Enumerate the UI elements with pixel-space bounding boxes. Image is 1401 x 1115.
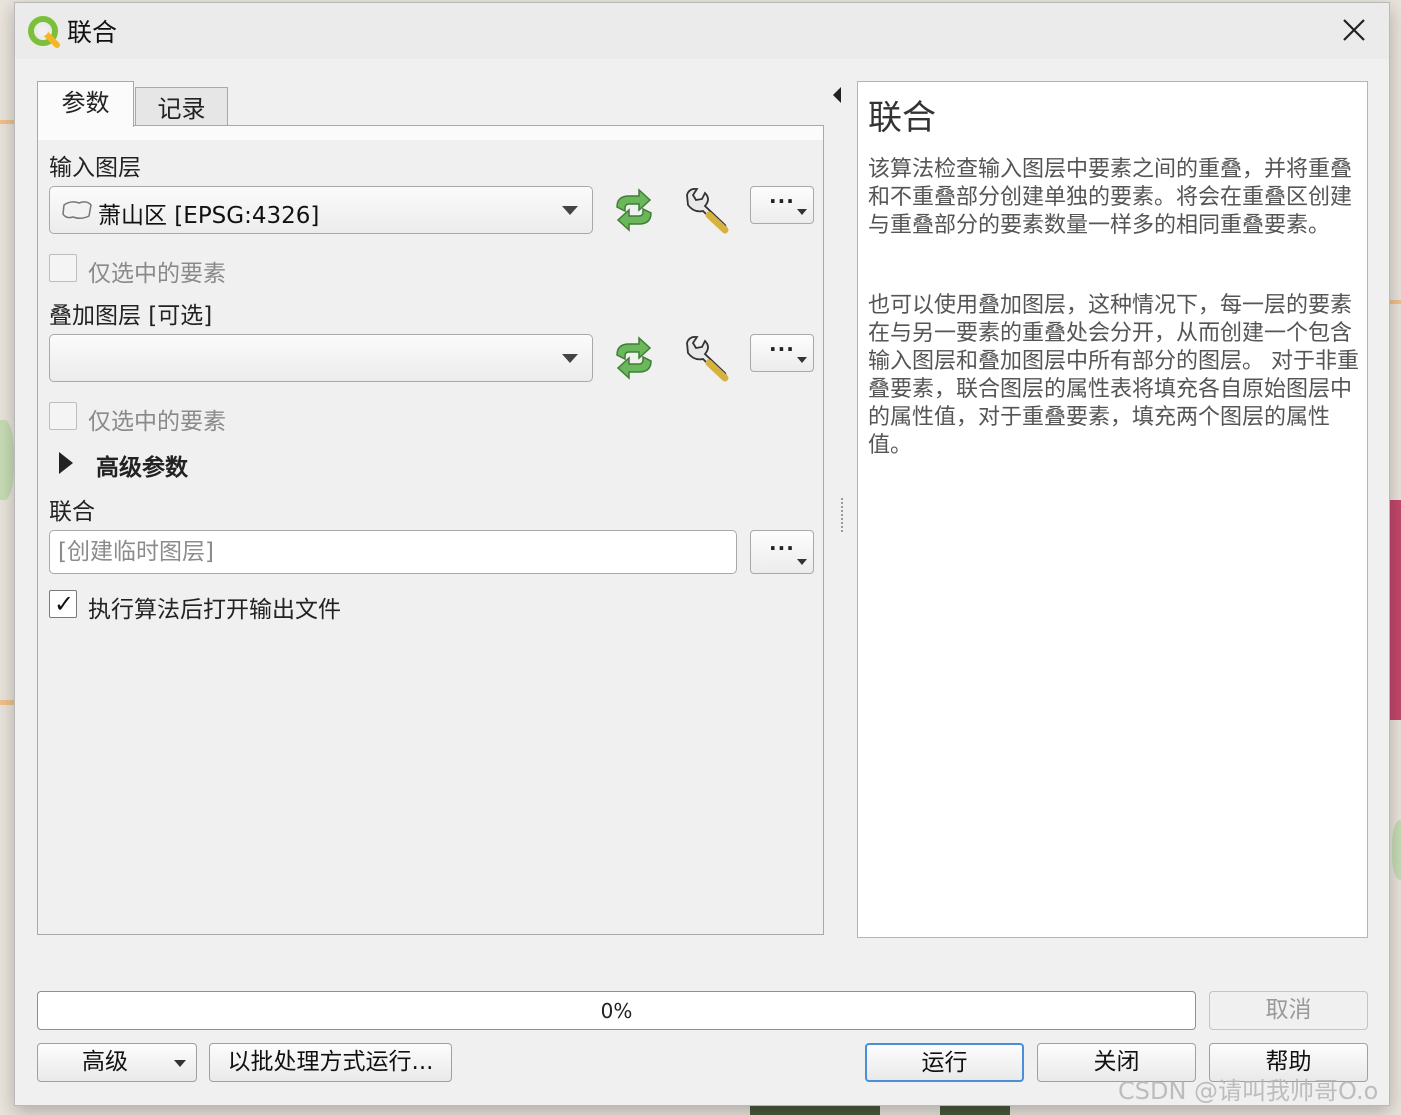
dropdown-arrow-icon bbox=[797, 357, 807, 363]
output-field[interactable] bbox=[49, 530, 737, 574]
run-button[interactable]: 运行 bbox=[865, 1043, 1024, 1082]
chevron-down-icon bbox=[562, 354, 578, 363]
close-icon[interactable] bbox=[1337, 13, 1371, 47]
input-selected-only-label: 仅选中的要素 bbox=[88, 261, 226, 287]
parameters-panel: 输入图层 萧山区 [EPSG:4326] ··· 仅选中的要素 叠加图层 [可选… bbox=[37, 125, 824, 935]
help-paragraph-1: 该算法检查输入图层中要素之间的重叠，并将重叠和不重叠部分创建单独的要素。将会在重… bbox=[868, 157, 1353, 238]
input-layer-combo[interactable]: 萧山区 [EPSG:4326] bbox=[49, 186, 593, 234]
iterate-refresh-icon[interactable] bbox=[609, 185, 659, 235]
overlay-layer-label: 叠加图层 [可选] bbox=[49, 303, 213, 329]
advanced-parameters-toggle[interactable]: 高级参数 bbox=[96, 448, 188, 482]
chevron-down-icon bbox=[562, 206, 578, 215]
open-output-label: 执行算法后打开输出文件 bbox=[88, 597, 341, 623]
run-as-batch-button[interactable]: 以批处理方式运行... bbox=[209, 1043, 452, 1082]
checkmark-icon: ✓ bbox=[54, 590, 75, 618]
dropdown-arrow-icon bbox=[797, 559, 807, 565]
union-dialog: 联合 参数 记录 输入图层 萧山区 [EPSG:4326] ··· 仅选中的要素… bbox=[14, 2, 1390, 1106]
csdn-watermark: CSDN @请叫我帅哥O.o bbox=[1118, 1077, 1379, 1105]
tab-parameters[interactable]: 参数 bbox=[37, 81, 134, 127]
overlay-layer-options-button[interactable]: ··· bbox=[750, 334, 814, 372]
advanced-menu-button[interactable]: 高级 bbox=[37, 1043, 197, 1082]
output-input[interactable] bbox=[50, 531, 736, 573]
progress-bar: 0% bbox=[37, 991, 1196, 1030]
qgis-logo-icon bbox=[28, 16, 60, 48]
dropdown-arrow-icon bbox=[797, 209, 807, 215]
cancel-button[interactable]: 取消 bbox=[1209, 991, 1368, 1030]
input-layer-options-button[interactable]: ··· bbox=[750, 186, 814, 224]
overlay-layer-combo[interactable] bbox=[49, 334, 593, 382]
output-label: 联合 bbox=[49, 499, 95, 525]
progress-text: 0% bbox=[600, 999, 633, 1023]
window-title: 联合 bbox=[67, 18, 118, 47]
overlay-selected-only-label: 仅选中的要素 bbox=[88, 409, 226, 435]
chevron-down-icon bbox=[174, 1060, 186, 1067]
expand-arrow-icon[interactable] bbox=[59, 452, 73, 474]
polygon-layer-icon bbox=[62, 201, 92, 220]
title-bar: 联合 bbox=[15, 3, 1389, 59]
panel-splitter[interactable] bbox=[841, 498, 843, 532]
advanced-menu-label: 高级 bbox=[82, 1049, 128, 1075]
collapse-help-arrow-icon[interactable] bbox=[833, 87, 841, 103]
iterate-refresh-icon[interactable] bbox=[609, 333, 659, 383]
help-title: 联合 bbox=[868, 98, 936, 138]
overlay-selected-only-checkbox[interactable] bbox=[49, 402, 77, 430]
wrench-icon[interactable] bbox=[681, 185, 731, 235]
input-layer-value: 萧山区 [EPSG:4326] bbox=[98, 203, 320, 229]
help-panel: 联合 该算法检查输入图层中要素之间的重叠，并将重叠和不重叠部分创建单独的要素。将… bbox=[857, 81, 1368, 938]
wrench-icon[interactable] bbox=[681, 333, 731, 383]
help-paragraph-2: 也可以使用叠加图层，这种情况下，每一层的要素在与另一要素的重叠处会分开，从而创建… bbox=[868, 293, 1359, 458]
input-layer-label: 输入图层 bbox=[49, 155, 141, 181]
open-output-checkbox[interactable]: ✓ bbox=[49, 590, 77, 618]
output-options-button[interactable]: ··· bbox=[750, 530, 814, 574]
input-selected-only-checkbox[interactable] bbox=[49, 254, 77, 282]
